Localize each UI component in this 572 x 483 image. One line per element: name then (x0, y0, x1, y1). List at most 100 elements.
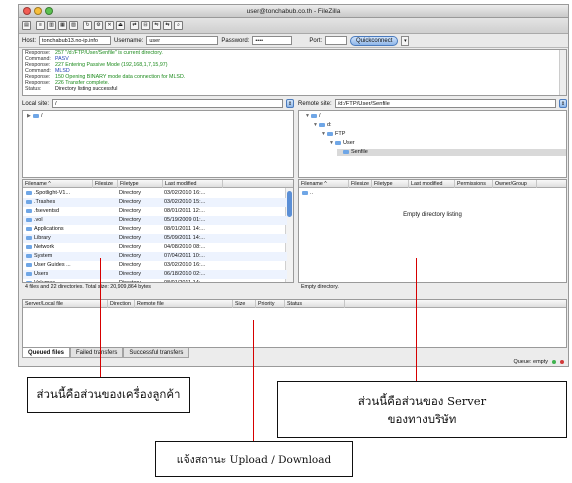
remote-column-header[interactable]: Filesize (349, 180, 372, 188)
file-type: Directory (119, 262, 142, 268)
log-line-message: 257 "/d:/FTP/User/Senfile" is current di… (55, 50, 163, 56)
process-queue-icon[interactable]: ⚙ (94, 21, 103, 30)
file-modified: 03/02/2010 16:... (164, 262, 206, 268)
remote-list-header: Filename ^ Filesize Filetype Last modified P… (299, 180, 566, 188)
local-list-scroll-thumb[interactable] (287, 191, 292, 217)
remote-tree-item[interactable]: ▼ FTP (321, 131, 345, 138)
remote-site-label: Remote site: (298, 100, 332, 107)
folder-icon (343, 149, 349, 154)
local-site-label: Local site: (22, 100, 50, 107)
file-row[interactable]: .Trashes Directory 03/02/2010 15:... (23, 198, 287, 207)
remote-tree-label: Senfile (351, 149, 368, 155)
remote-tree-item[interactable]: ▼ / (305, 113, 321, 120)
local-column-header[interactable]: Filename ^ (23, 180, 93, 188)
quickconnect-history-dropdown[interactable]: ▾ (401, 35, 410, 46)
refresh-icon[interactable]: ↻ (83, 21, 92, 30)
host-label: Host: (22, 37, 37, 44)
status-annotation-box: แจ้งสถานะ Upload / Download (155, 441, 353, 477)
file-modified: 05/09/2011 14:... (164, 235, 205, 241)
drive-icon (33, 113, 39, 118)
local-column-header[interactable]: Last modified (163, 180, 223, 188)
remote-column-header[interactable]: Filetype (372, 180, 409, 188)
queue-column-header[interactable]: Direction (108, 300, 135, 308)
toggle-queue-icon[interactable]: ▧ (69, 21, 78, 30)
file-row[interactable]: Library Directory 05/09/2011 14:... (23, 234, 287, 243)
queue-column-header[interactable]: Size (233, 300, 256, 308)
file-row[interactable]: Network Directory 04/08/2010 08:... (23, 243, 287, 252)
local-site-dropdown[interactable]: ⇕ (286, 99, 294, 108)
queue-tab[interactable]: Queued files (22, 348, 71, 358)
file-row[interactable]: Users Directory 06/18/2010 02:... (23, 270, 287, 279)
search-icon[interactable]: ⌕ (174, 21, 183, 30)
client-annotation-text: ส่วนนี้คือส่วนของเครื่องลูกค้า (36, 387, 181, 401)
file-modified: 05/19/2009 01:... (164, 217, 206, 223)
local-column-header[interactable]: Filetype (118, 180, 163, 188)
file-type: Directory (119, 199, 142, 205)
remote-tree-item[interactable]: Senfile (337, 149, 566, 156)
remote-directory-tree: ▼ / ▼ d: ▼ FTP ▼ User Senfile (298, 110, 567, 178)
port-field[interactable] (325, 36, 348, 45)
remote-tree-item[interactable]: ▼ d: (313, 122, 332, 129)
remote-site-dropdown[interactable]: ⇕ (559, 99, 567, 108)
file-type: Directory (119, 253, 142, 259)
remote-column-header[interactable]: Filename ^ (299, 180, 349, 188)
quickconnect-button[interactable]: Quickconnect (350, 35, 399, 46)
folder-icon (26, 226, 32, 231)
sync-browse-icon[interactable]: ⇆ (163, 21, 172, 30)
toggle-local-tree-icon[interactable]: ▥ (47, 21, 56, 30)
file-modified: 07/04/2011 10:... (164, 253, 205, 259)
reconnect-icon[interactable]: ⇄ (130, 21, 139, 30)
remote-column-header[interactable]: Last modified (409, 180, 455, 188)
remote-column-header[interactable]: Owner/Group (493, 180, 537, 188)
folder-icon (327, 131, 333, 136)
local-column-header[interactable]: Filesize (93, 180, 118, 188)
log-line-type: Status: (25, 86, 42, 92)
toggle-log-icon[interactable]: ≡ (36, 21, 45, 30)
queue-column-header[interactable]: Remote file (135, 300, 233, 308)
toggle-remote-tree-icon[interactable]: ▦ (58, 21, 67, 30)
local-tree-root[interactable]: ▶ / (27, 113, 43, 120)
site-manager-icon[interactable]: ▤ (22, 21, 31, 30)
client-pointer-line (100, 258, 101, 377)
queue-column-header[interactable]: Priority (256, 300, 285, 308)
queue-status-text: Queue: empty (513, 359, 548, 365)
local-site-path[interactable]: / (52, 99, 283, 108)
file-row[interactable]: User Guides ... Directory 03/02/2010 16:..… (23, 261, 287, 270)
cancel-icon[interactable]: ✕ (105, 21, 114, 30)
remote-site-path[interactable]: /d:/FTP/User/Senfile (334, 99, 556, 108)
file-name: .fseventsd (34, 208, 60, 214)
file-name-cell: Library (26, 234, 51, 243)
file-row[interactable]: .Spotlight-V1... Directory 03/02/2010 16:.… (23, 189, 287, 198)
file-type: Directory (119, 271, 142, 277)
client-annotation-box: ส่วนนี้คือส่วนของเครื่องลูกค้า (27, 377, 190, 413)
compare-icon[interactable]: ⇋ (152, 21, 161, 30)
username-field[interactable]: user (146, 36, 219, 45)
file-name-cell: .fseventsd (26, 207, 59, 216)
remote-site-bar: Remote site: /d:/FTP/User/Senfile ⇕ (298, 97, 567, 110)
file-row[interactable]: Applications Directory 08/01/2011 14:... (23, 225, 287, 234)
transfer-queue: Server/Local file Direction Remote file Siz… (22, 299, 567, 348)
file-row[interactable]: .fseventsd Directory 08/01/2011 12:... (23, 207, 287, 216)
password-field[interactable]: •••• (252, 36, 293, 45)
log-scrollbar[interactable] (559, 50, 566, 95)
remote-column-header[interactable]: Permissions (455, 180, 493, 188)
file-row[interactable]: System Directory 07/04/2011 10:... (23, 252, 287, 261)
queue-column-header[interactable]: Status (285, 300, 345, 308)
remote-tree-label: d: (327, 122, 332, 128)
remote-tree-item[interactable]: ▼ User (329, 140, 355, 147)
disconnect-icon[interactable]: ⏏ (116, 21, 125, 30)
file-row[interactable]: .vol Directory 05/19/2009 01:... (23, 216, 287, 225)
filter-icon[interactable]: ⊟ (141, 21, 150, 30)
queue-tab[interactable]: Failed transfers (70, 348, 124, 358)
folder-icon (26, 235, 32, 240)
queue-column-header[interactable]: Server/Local file (23, 300, 108, 308)
queue-tab[interactable]: Successful transfers (123, 348, 190, 358)
parent-directory-label: .. (310, 190, 314, 196)
file-modified: 03/02/2010 16:... (164, 190, 206, 196)
parent-directory-row[interactable]: .. (299, 189, 566, 198)
folder-icon (302, 190, 308, 195)
folder-icon (26, 190, 32, 195)
file-name-cell: .Trashes (26, 198, 55, 207)
file-type: Directory (119, 226, 142, 232)
host-field[interactable]: tonchabub13.no-ip.info (39, 36, 112, 45)
